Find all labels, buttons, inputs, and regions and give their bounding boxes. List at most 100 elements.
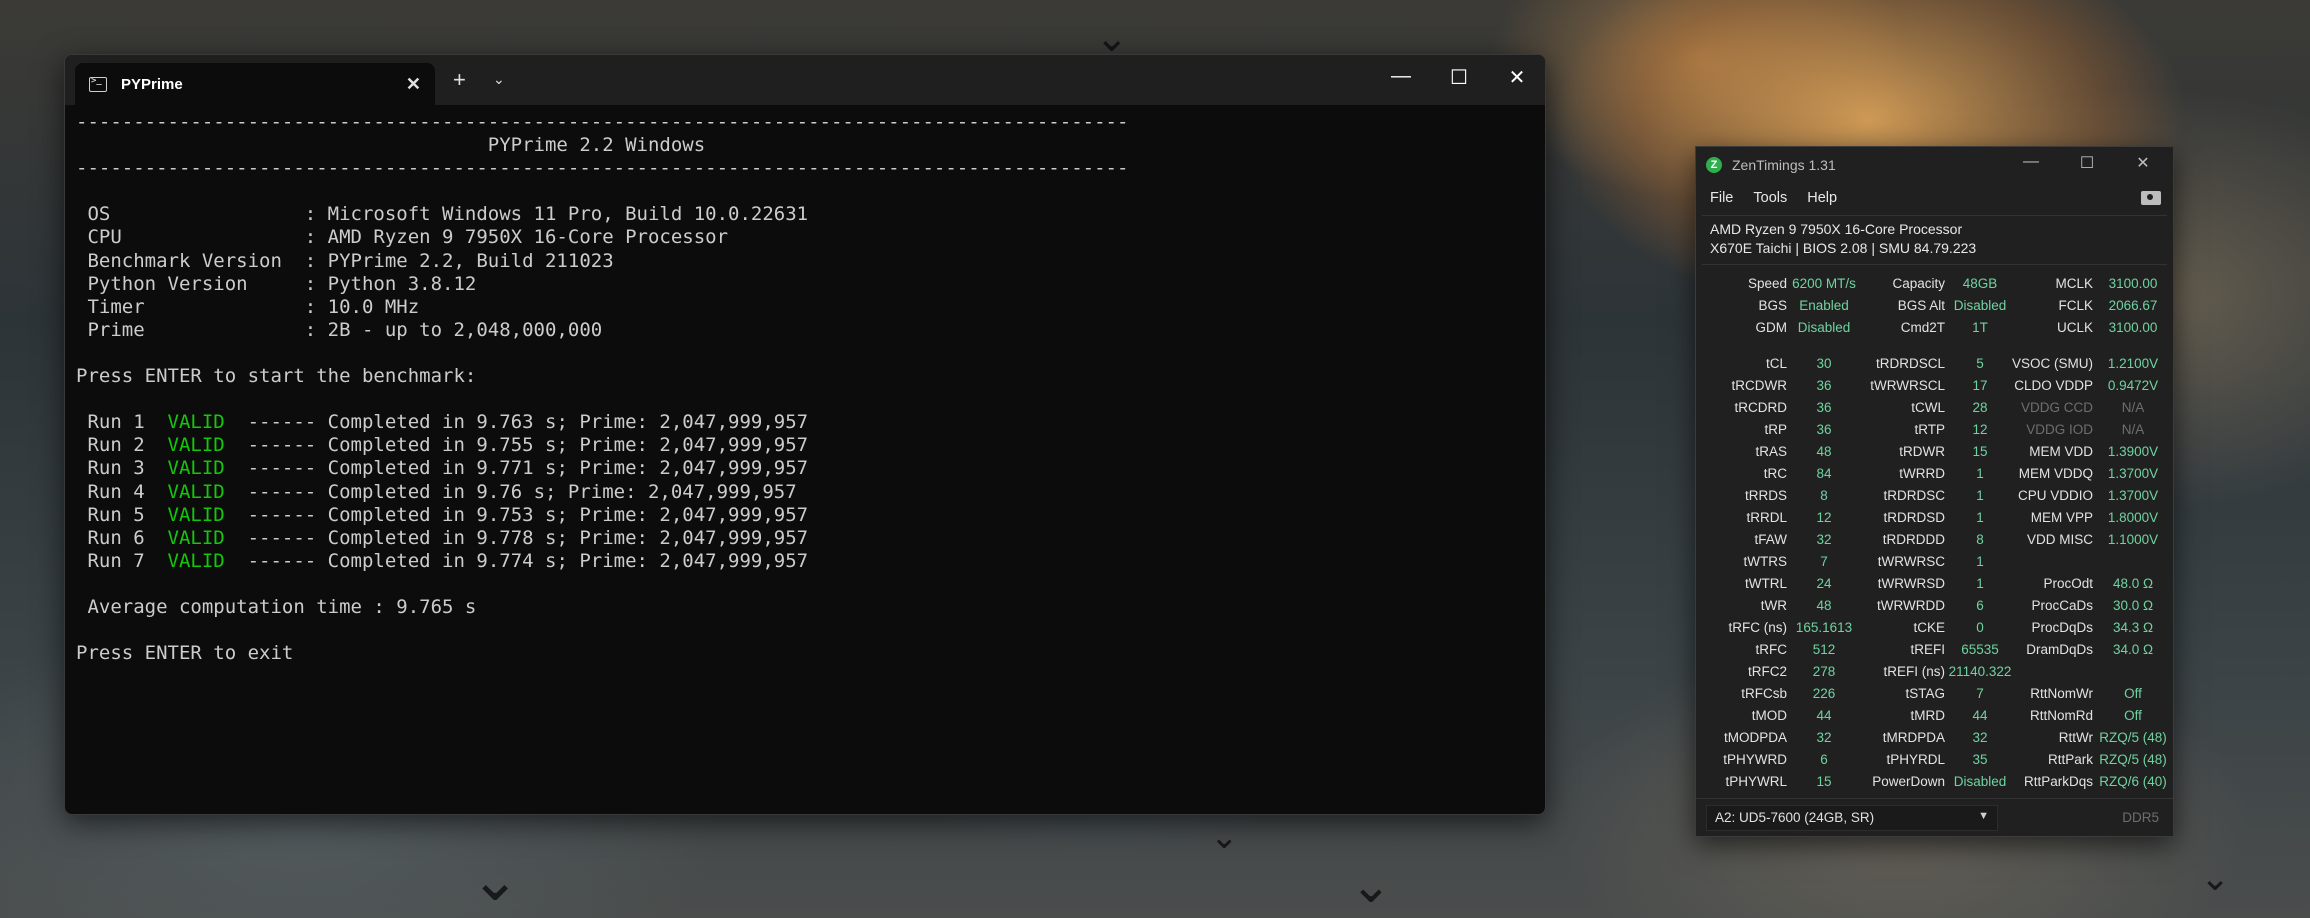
timing-value: 36 — [1816, 422, 1832, 437]
timing-label: tPHYWRD — [1723, 752, 1787, 767]
terminal-text: ------ Completed in 9.76 s; Prime: 2,047… — [224, 480, 797, 503]
run-status: VALID — [167, 526, 225, 549]
menu-tools[interactable]: Tools — [1753, 190, 1787, 206]
timing-row: tRFCsb 226 tSTAG 7 RttNomWr Off — [1696, 683, 2173, 705]
run-status: VALID — [167, 503, 225, 526]
minimize-button[interactable]: — — [1381, 65, 1421, 88]
timing-value: Enabled — [1799, 298, 1849, 313]
timing-value: 30.0 Ω — [2112, 598, 2154, 613]
bird-shape: ⌄ — [1210, 818, 1239, 856]
terminal-line: Run 3 VALID ------ Completed in 9.771 s;… — [76, 457, 1534, 480]
menu-help[interactable]: Help — [1807, 190, 1837, 206]
timing-value: 1.8000V — [2107, 510, 2159, 525]
terminal-text: Run 3 — [76, 457, 168, 480]
timing-label: tRAS — [1755, 444, 1787, 459]
dimm-select[interactable]: A2: UD5-7600 (24GB, SR) ▼ — [1706, 804, 1998, 831]
timing-value: 28 — [1972, 400, 1988, 415]
tab-close-icon[interactable]: ✕ — [406, 74, 421, 95]
timing-row: tWTRS 7 tWRWRSC 1 — [1696, 551, 2173, 573]
timing-value: 7 — [1820, 554, 1828, 569]
timing-value: 48GB — [1962, 276, 1998, 291]
timing-label: tMRDPDA — [1882, 730, 1945, 745]
terminal-text: Average computation time : 9.765 s — [76, 595, 477, 618]
timing-value: 2066.67 — [2108, 298, 2158, 313]
timing-value: 3100.00 — [2108, 320, 2158, 335]
timing-label: tWRWRSD — [1877, 576, 1945, 591]
terminal-text: PYPrime 2.2 Windows — [76, 134, 706, 157]
terminal-text: ----------------------------------------… — [76, 157, 1129, 180]
terminal-text: Benchmark Version : PYPrime 2.2, Build 2… — [76, 249, 614, 272]
timing-row: tRFC 512 tREFI 65535 DramDqDs 34.0 Ω — [1696, 639, 2173, 661]
run-status: VALID — [167, 411, 225, 434]
run-status: VALID — [167, 549, 225, 572]
timing-value: Disabled — [1797, 320, 1851, 335]
timing-value: 3100.00 — [2108, 276, 2158, 291]
timing-row: tRFC2 278 tREFI (ns) 21140.322 — [1696, 661, 2173, 683]
timing-value: 15 — [1816, 774, 1832, 789]
timing-value: 32 — [1816, 532, 1832, 547]
timing-value: 1.3700V — [2107, 488, 2159, 503]
terminal-line: Press ENTER to exit — [76, 642, 1534, 665]
zentimings-titlebar[interactable]: Z ZenTimings 1.31 — ☐ ✕ — [1696, 147, 2173, 183]
timing-value: 7 — [1976, 686, 1984, 701]
terminal-output[interactable]: ----------------------------------------… — [65, 105, 1545, 671]
timing-value: 165.1613 — [1795, 620, 1853, 635]
timing-row: tRFC (ns) 165.1613 tCKE 0 ProcDqDs 34.3 Ω — [1696, 617, 2173, 639]
terminal-text: Run 2 — [76, 434, 168, 457]
timings-grid: Speed 6200 MT/s Capacity 48GB MCLK 3100.00 BGS… — [1696, 273, 2173, 793]
timing-row: tRRDL 12 tRDRDSD 1 MEM VPP 1.8000V — [1696, 507, 2173, 529]
timing-value: 5 — [1976, 356, 1984, 371]
timing-label: tWTRS — [1743, 554, 1788, 569]
chevron-down-icon[interactable]: ⌄ — [493, 71, 505, 88]
timing-value: 32 — [1972, 730, 1988, 745]
terminal-line: Average computation time : 9.765 s — [76, 596, 1534, 619]
terminal-text: OS : Microsoft Windows 11 Pro, Build 10.… — [76, 203, 809, 226]
new-tab-button[interactable]: + — [453, 67, 466, 93]
timing-label: tMOD — [1751, 708, 1787, 723]
timing-label: FCLK — [2058, 298, 2093, 313]
tab-pyprime[interactable]: PYPrime ✕ — [75, 63, 435, 105]
timing-label: tRFCsb — [1741, 686, 1787, 701]
bird-shape: ⌄ — [1095, 16, 1129, 60]
timing-row: tRRDS 8 tRDRDSC 1 CPU VDDIO 1.3700V — [1696, 485, 2173, 507]
terminal-titlebar[interactable]: PYPrime ✕ + ⌄ — ☐ ✕ — [65, 55, 1545, 105]
terminal-text: Run 5 — [76, 503, 168, 526]
timing-row: tFAW 32 tRDRDDD 8 VDD MISC 1.1000V — [1696, 529, 2173, 551]
minimize-button[interactable]: — — [2016, 153, 2046, 171]
terminal-line: Timer : 10.0 MHz — [76, 296, 1534, 319]
timing-label: MCLK — [2055, 276, 2093, 291]
maximize-button[interactable]: ☐ — [2072, 153, 2102, 173]
terminal-text: Run 6 — [76, 526, 168, 549]
timing-value: 44 — [1972, 708, 1988, 723]
terminal-window: PYPrime ✕ + ⌄ — ☐ ✕ --------------------… — [64, 54, 1546, 815]
timing-label: tRFC2 — [1747, 664, 1787, 679]
timing-value: 1 — [1976, 576, 1984, 591]
cpu-name: AMD Ryzen 9 7950X 16-Core Processor — [1710, 221, 1963, 237]
timing-label: ProcDqDs — [2031, 620, 2093, 635]
close-button[interactable]: ✕ — [2128, 153, 2158, 173]
timing-value: 8 — [1976, 532, 1984, 547]
timing-label: tCWL — [1911, 400, 1945, 415]
timing-row: tMODPDA 32 tMRDPDA 32 RttWr RZQ/5 (48) — [1696, 727, 2173, 749]
timing-label: BGS — [1758, 298, 1787, 313]
timing-value: RZQ/5 (48) — [2099, 752, 2167, 767]
timing-label: Cmd2T — [1900, 320, 1945, 335]
terminal-line: Run 6 VALID ------ Completed in 9.778 s;… — [76, 527, 1534, 550]
board-info: X670E Taichi | BIOS 2.08 | SMU 84.79.223 — [1710, 240, 1977, 256]
close-button[interactable]: ✕ — [1497, 65, 1537, 90]
terminal-text: ------ Completed in 9.753 s; Prime: 2,04… — [224, 503, 809, 526]
screenshot-camera-icon[interactable] — [2141, 191, 2161, 205]
terminal-text: ------ Completed in 9.763 s; Prime: 2,04… — [224, 411, 809, 434]
timing-label: tRDRDSD — [1883, 510, 1945, 525]
menu-file[interactable]: File — [1710, 190, 1733, 206]
tab-title: PYPrime — [121, 75, 183, 93]
maximize-button[interactable]: ☐ — [1439, 65, 1479, 90]
timing-label: tWRRD — [1899, 466, 1945, 481]
terminal-line: ----------------------------------------… — [76, 157, 1534, 180]
timing-row: tRCDRD 36 tCWL 28 VDDG CCD N/A — [1696, 397, 2173, 419]
timing-value: 1.2100V — [2107, 356, 2159, 371]
timing-value: RZQ/6 (40) — [2099, 774, 2167, 789]
timing-label: Capacity — [1892, 276, 1945, 291]
